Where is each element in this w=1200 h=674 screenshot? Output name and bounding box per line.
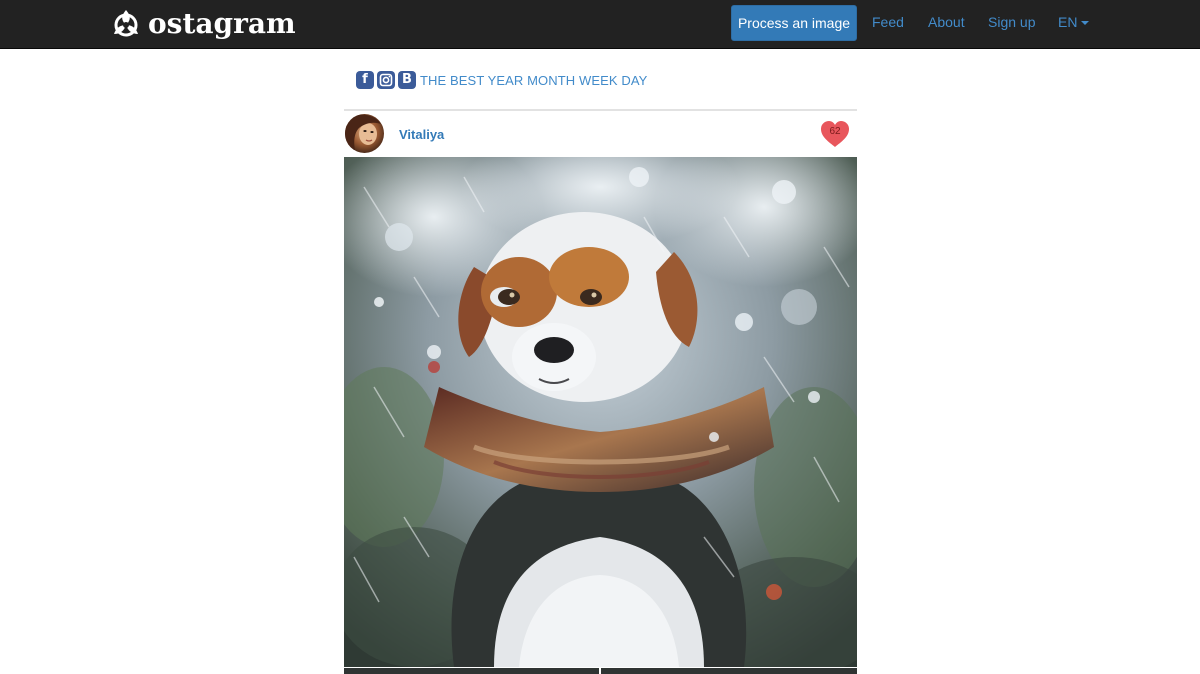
language-label: EN [1058, 14, 1078, 30]
best-period-links[interactable]: THE BEST YEAR MONTH WEEK DAY [420, 73, 647, 88]
brand-name: ostagram [148, 7, 296, 40]
thumbnail-style[interactable] [601, 668, 857, 674]
process-image-button[interactable]: Process an image [731, 5, 857, 41]
post-image[interactable] [344, 157, 857, 667]
social-row: f B THE BEST YEAR MONTH WEEK DAY [356, 70, 647, 90]
top-navbar: ostagram Process an image Feed About Sig… [0, 0, 1200, 49]
facebook-icon[interactable]: f [356, 71, 374, 89]
post-header: Vitaliya 62 [344, 114, 857, 156]
triskelion-logo-icon [114, 10, 138, 37]
likes-count: 62 [829, 126, 841, 137]
like-button[interactable]: 62 [819, 119, 851, 149]
thumbnail-strip [344, 668, 857, 674]
thumbnail-content[interactable] [344, 668, 599, 674]
divider [344, 109, 857, 111]
stylized-dog-painting [344, 157, 857, 667]
instagram-icon[interactable] [377, 71, 395, 89]
caret-down-icon [1081, 21, 1090, 26]
vk-icon[interactable]: B [398, 71, 416, 89]
nav-feed-link[interactable]: Feed [872, 0, 904, 44]
brand-logo[interactable]: ostagram [108, 6, 296, 42]
language-dropdown[interactable]: EN [1058, 0, 1090, 44]
nav-signup-link[interactable]: Sign up [988, 0, 1035, 44]
avatar[interactable] [345, 114, 384, 153]
post-username[interactable]: Vitaliya [399, 127, 444, 142]
nav-about-link[interactable]: About [928, 0, 965, 44]
